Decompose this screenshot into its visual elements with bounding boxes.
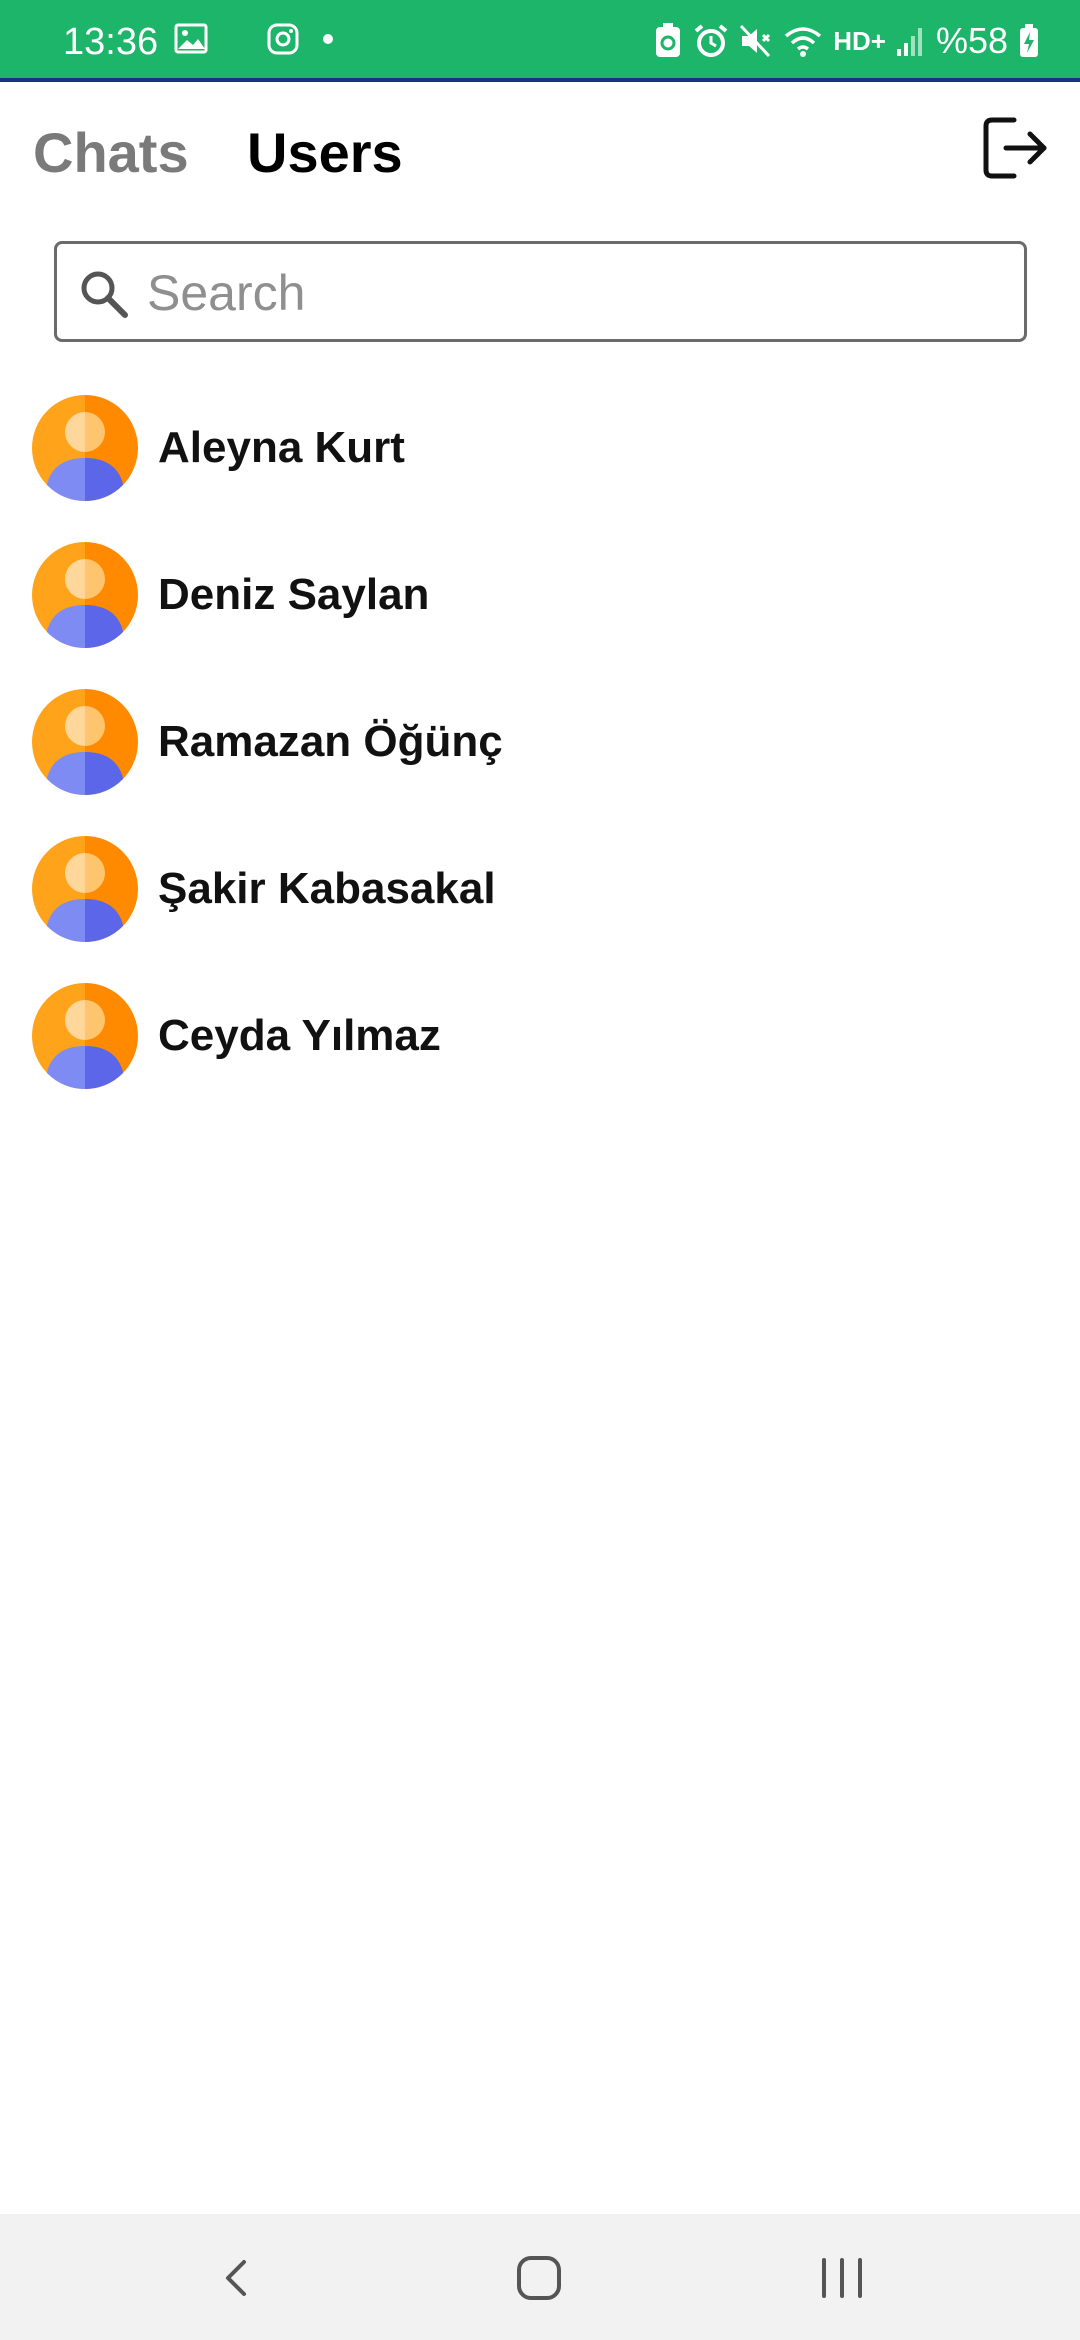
- user-list-item[interactable]: Deniz Saylan: [0, 537, 1080, 684]
- network-type: HD+: [833, 26, 886, 56]
- signal-icon: [896, 28, 922, 56]
- user-name: Ceyda Yılmaz: [158, 1011, 441, 1060]
- user-avatar-icon: [32, 542, 138, 648]
- search-box[interactable]: [54, 241, 1027, 342]
- user-name: Ramazan Öğünç: [158, 717, 503, 766]
- tab-chats[interactable]: Chats: [33, 120, 189, 186]
- search-input[interactable]: [147, 256, 1007, 330]
- instagram-icon: [267, 23, 299, 55]
- back-icon[interactable]: [202, 2242, 274, 2314]
- search-icon: [81, 271, 128, 318]
- home-icon[interactable]: [503, 2242, 575, 2314]
- battery-percent: %58: [935, 20, 1008, 61]
- wifi-icon: [785, 27, 822, 57]
- dot-icon: [323, 34, 333, 44]
- user-avatar-icon: [32, 836, 138, 942]
- status-bar: 13:36 HD+ %58: [0, 0, 1080, 82]
- alarm-icon: [694, 24, 728, 57]
- user-avatar-icon: [32, 983, 138, 1089]
- status-notification-icons: [174, 22, 334, 56]
- app-header: Chats Users: [0, 82, 1080, 222]
- user-name: Deniz Saylan: [158, 570, 430, 619]
- user-name: Aleyna Kurt: [158, 423, 405, 472]
- user-avatar-icon: [32, 689, 138, 795]
- user-name: Şakir Kabasakal: [158, 864, 496, 913]
- gallery-icon: [174, 23, 208, 54]
- user-list-item[interactable]: Aleyna Kurt: [0, 390, 1080, 537]
- user-list-item[interactable]: Ramazan Öğünç: [0, 684, 1080, 831]
- user-list-item[interactable]: Ceyda Yılmaz: [0, 978, 1080, 1125]
- mute-icon: [740, 24, 771, 58]
- recent-apps-icon[interactable]: [806, 2242, 878, 2314]
- battery-saver-icon: [656, 23, 681, 57]
- battery-charging-icon: [1020, 24, 1038, 57]
- user-avatar-icon: [32, 395, 138, 501]
- status-system-icons: HD+ %58: [653, 18, 1040, 64]
- logout-icon[interactable]: [980, 112, 1052, 184]
- navigation-bar: [0, 2214, 1080, 2340]
- user-list: Aleyna Kurt Deniz Saylan Ramazan Öğünç Ş…: [0, 390, 1080, 1125]
- user-list-item[interactable]: Şakir Kabasakal: [0, 831, 1080, 978]
- tab-users[interactable]: Users: [247, 120, 403, 186]
- status-time: 13:36: [63, 21, 159, 63]
